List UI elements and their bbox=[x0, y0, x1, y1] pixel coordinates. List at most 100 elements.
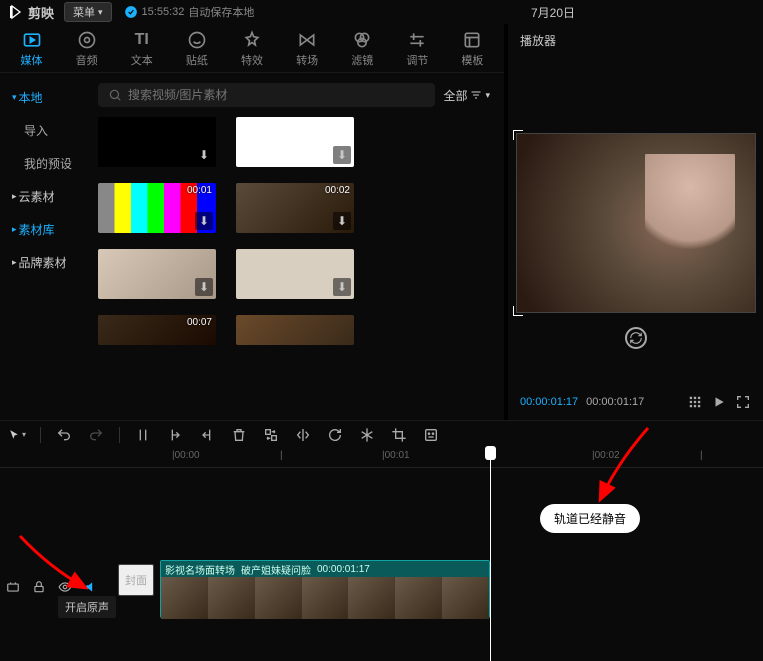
tab-media[interactable]: 媒体 bbox=[4, 24, 59, 72]
text-icon: TI bbox=[132, 30, 152, 50]
reorder-icon[interactable] bbox=[262, 426, 280, 444]
chevron-right-icon: ▸ bbox=[12, 191, 17, 202]
media-sidebar: ▾本地 导入 我的预设 ▸云素材 ▸素材库 ▸品牌素材 bbox=[0, 73, 92, 420]
cover-button[interactable]: 封面 bbox=[118, 564, 154, 596]
track-main-icon[interactable] bbox=[6, 580, 22, 596]
check-circle-icon bbox=[124, 5, 138, 19]
tooltip: 开启原声 bbox=[58, 596, 116, 618]
download-icon[interactable]: ⬇ bbox=[333, 212, 351, 230]
mirror-icon[interactable] bbox=[294, 426, 312, 444]
timeline-toolbar: ▾ bbox=[0, 420, 763, 448]
loop-icon[interactable] bbox=[625, 327, 647, 349]
undo-icon[interactable] bbox=[55, 426, 73, 444]
filter-icon bbox=[470, 89, 482, 101]
menu-button[interactable]: 菜单 ▾ bbox=[64, 2, 112, 22]
filter-icon bbox=[352, 30, 372, 50]
player-panel: 播放器 00:00:01:17 00:00:01:17 bbox=[508, 24, 763, 420]
player-title: 播放器 bbox=[508, 24, 763, 57]
eye-icon[interactable] bbox=[58, 580, 74, 596]
media-thumb[interactable]: 00:02⬇ bbox=[236, 183, 354, 233]
media-icon bbox=[22, 30, 42, 50]
player-viewport[interactable] bbox=[508, 57, 763, 388]
download-icon[interactable]: ⬇ bbox=[333, 146, 351, 164]
tab-adjust[interactable]: 调节 bbox=[390, 24, 445, 72]
clip-subtitle: 破产姐妹疑问脸 bbox=[241, 562, 311, 577]
media-thumb[interactable]: ⬇ bbox=[98, 249, 216, 299]
player-frame bbox=[516, 133, 756, 313]
media-thumb[interactable]: ⬇ bbox=[98, 117, 216, 167]
clip-name: 影视名场面转场 bbox=[165, 562, 235, 577]
download-icon[interactable]: ⬇ bbox=[333, 278, 351, 296]
corner-handle-icon[interactable] bbox=[513, 306, 523, 316]
redo-icon[interactable] bbox=[87, 426, 105, 444]
media-thumb[interactable]: ⬇ bbox=[236, 249, 354, 299]
pointer-icon[interactable]: ▾ bbox=[8, 426, 26, 444]
crop-icon[interactable] bbox=[390, 426, 408, 444]
speaker-icon[interactable] bbox=[84, 580, 100, 596]
sidebar-item-preset[interactable]: 我的预设 bbox=[0, 147, 92, 180]
tab-filter[interactable]: 滤镜 bbox=[335, 24, 390, 72]
download-icon[interactable]: ⬇ bbox=[195, 212, 213, 230]
media-thumb[interactable]: 00:07 bbox=[98, 315, 216, 345]
transition-icon bbox=[297, 30, 317, 50]
tab-sticker[interactable]: 贴纸 bbox=[169, 24, 224, 72]
split-icon[interactable] bbox=[134, 426, 152, 444]
fx-icon bbox=[242, 30, 262, 50]
current-timecode: 00:00:01:17 bbox=[520, 396, 578, 408]
search-icon bbox=[108, 88, 122, 102]
media-thumb[interactable]: 00:01⬇ bbox=[98, 183, 216, 233]
sidebar-item-library[interactable]: ▸素材库 bbox=[0, 213, 92, 246]
tab-audio[interactable]: 音频 bbox=[59, 24, 114, 72]
chevron-down-icon: ▾ bbox=[12, 92, 17, 103]
app-name: 剪映 bbox=[28, 3, 54, 22]
media-panel: 媒体 音频 TI文本 贴纸 特效 转场 滤镜 调节 模板 ▾本地 导入 我的预设… bbox=[0, 24, 504, 420]
tab-strip: 媒体 音频 TI文本 贴纸 特效 转场 滤镜 调节 模板 bbox=[0, 24, 504, 73]
tab-transition[interactable]: 转场 bbox=[280, 24, 335, 72]
timeline-ruler[interactable]: |00:00 | |00:01 | |00:02 | bbox=[0, 448, 763, 468]
chevron-right-icon: ▸ bbox=[12, 257, 17, 268]
toast-message: 轨道已经静音 bbox=[540, 504, 640, 533]
app-logo: 剪映 bbox=[8, 3, 54, 22]
sidebar-item-import[interactable]: 导入 bbox=[0, 114, 92, 147]
audio-icon bbox=[77, 30, 97, 50]
chevron-right-icon: ▸ bbox=[12, 224, 17, 235]
sidebar-item-cloud[interactable]: ▸云素材 bbox=[0, 180, 92, 213]
grid-icon[interactable] bbox=[687, 394, 703, 410]
template-icon bbox=[462, 30, 482, 50]
tab-fx[interactable]: 特效 bbox=[224, 24, 279, 72]
duration-timecode: 00:00:01:17 bbox=[586, 396, 644, 408]
project-date: 7月20日 bbox=[531, 4, 575, 21]
sidebar-item-local[interactable]: ▾本地 bbox=[0, 81, 92, 114]
thumbnail-grid: ⬇ ⬇ 00:01⬇ 00:02⬇ ⬇ ⬇ 00:07 bbox=[92, 113, 504, 420]
chevron-down-icon: ▾ bbox=[485, 90, 490, 101]
video-clip[interactable]: 影视名场面转场 破产姐妹疑问脸 00:00:01:17 bbox=[160, 560, 490, 618]
tab-text[interactable]: TI文本 bbox=[114, 24, 169, 72]
trim-left-icon[interactable] bbox=[166, 426, 184, 444]
playhead[interactable] bbox=[490, 448, 491, 661]
trim-right-icon[interactable] bbox=[198, 426, 216, 444]
sticker-icon bbox=[187, 30, 207, 50]
rotate-icon[interactable] bbox=[326, 426, 344, 444]
chevron-down-icon: ▾ bbox=[98, 7, 103, 18]
adjust-icon bbox=[407, 30, 427, 50]
autosave-status: 15:55:32 自动保存本地 bbox=[124, 4, 255, 20]
all-filter-button[interactable]: 全部 ▾ bbox=[443, 87, 490, 104]
corner-handle-icon[interactable] bbox=[513, 130, 523, 140]
logo-icon bbox=[8, 4, 24, 20]
sidebar-item-brand[interactable]: ▸品牌素材 bbox=[0, 246, 92, 279]
timeline[interactable]: |00:00 | |00:01 | |00:02 | 影视名场面转场 破产姐妹疑… bbox=[0, 448, 763, 661]
lock-icon[interactable] bbox=[32, 580, 48, 596]
freeze-icon[interactable] bbox=[358, 426, 376, 444]
media-thumb[interactable] bbox=[236, 315, 354, 345]
track-controls bbox=[6, 580, 100, 596]
media-thumb[interactable]: ⬇ bbox=[236, 117, 354, 167]
play-icon[interactable] bbox=[711, 394, 727, 410]
delete-icon[interactable] bbox=[230, 426, 248, 444]
ai-icon[interactable] bbox=[422, 426, 440, 444]
tab-template[interactable]: 模板 bbox=[445, 24, 500, 72]
clip-duration: 00:00:01:17 bbox=[317, 564, 370, 575]
search-input[interactable] bbox=[98, 83, 435, 107]
fullscreen-icon[interactable] bbox=[735, 394, 751, 410]
download-icon[interactable]: ⬇ bbox=[195, 146, 213, 164]
download-icon[interactable]: ⬇ bbox=[195, 278, 213, 296]
